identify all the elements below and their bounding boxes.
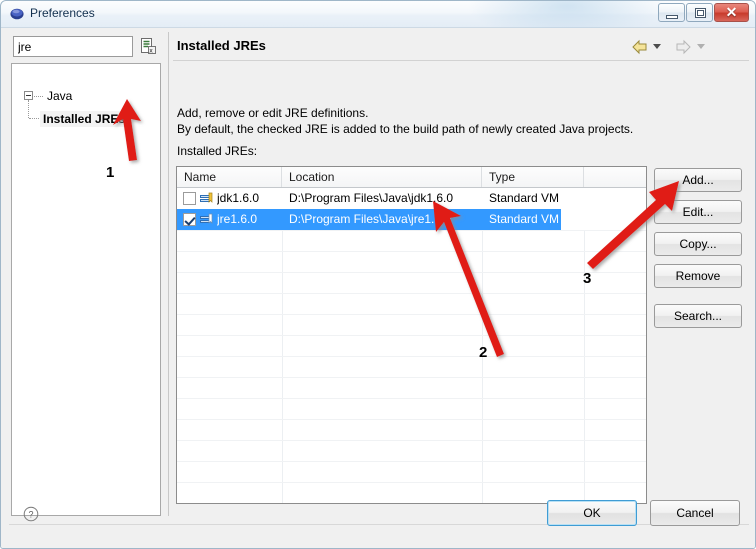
help-icon[interactable]: ? [23, 506, 39, 522]
cell-name: jre1.6.0 [217, 212, 258, 226]
description-line-1: Add, remove or edit JRE definitions. [177, 106, 369, 120]
add-button[interactable]: Add... [654, 168, 742, 192]
cell-name: jdk1.6.0 [217, 191, 260, 205]
maximize-button[interactable] [686, 3, 713, 22]
description-line-2: By default, the checked JRE is added to … [177, 122, 634, 136]
sidebar-item-java-label: Java [47, 89, 73, 103]
grid-line [177, 314, 646, 315]
installed-jres-label: Installed JREs: [177, 144, 258, 158]
tree-dash-horizontal [29, 118, 39, 119]
panel-divider [168, 32, 169, 516]
filter-input[interactable] [13, 36, 133, 57]
forward-arrow-icon [676, 39, 691, 55]
clear-filter-icon[interactable]: x [139, 37, 157, 55]
tree-dash-vertical [28, 100, 29, 118]
jre-icon [200, 213, 213, 224]
title-bar: Preferences ✕ [1, 1, 755, 41]
annotation-number-3: 3 [583, 270, 592, 287]
sidebar-item-installed-jres[interactable]: Installed JREs [40, 111, 129, 127]
grid-line [177, 356, 646, 357]
annotation-number-2: 2 [479, 344, 488, 361]
grid-line [177, 272, 646, 273]
eclipse-sphere-icon [10, 8, 24, 20]
minimize-button[interactable] [658, 3, 685, 22]
maximize-icon [695, 8, 706, 18]
cell-location: D:\Program Files\Java\jdk1.6.0 [289, 191, 454, 205]
cell-type: Standard VM [489, 212, 560, 226]
page-title: Installed JREs [177, 38, 266, 53]
row-checkbox[interactable] [183, 213, 196, 226]
tree-dash [34, 96, 43, 97]
back-history-chevron-down-icon[interactable] [653, 44, 661, 49]
remove-button[interactable]: Remove [654, 264, 742, 288]
footer-separator [9, 524, 749, 525]
collapse-icon[interactable] [24, 91, 33, 100]
installed-jres-table[interactable]: Name Location Type jdk1.6.0 D:\Program F… [176, 166, 647, 504]
table-row[interactable]: jdk1.6.0 D:\Program Files\Java\jdk1.6.0 … [177, 188, 646, 209]
navigation-history [631, 39, 741, 57]
grid-line [177, 251, 646, 252]
ok-button[interactable]: OK [547, 500, 637, 526]
grid-line [177, 482, 646, 483]
dialog-body: x Java Installed JREs Installed JREs [1, 28, 755, 548]
table-header: Name Location Type [177, 167, 646, 188]
cell-type: Standard VM [489, 191, 560, 205]
back-arrow-icon[interactable] [631, 39, 648, 55]
grid-line [177, 335, 646, 336]
column-header-blank[interactable] [584, 167, 646, 187]
jdk-icon [200, 192, 213, 203]
copy-button[interactable]: Copy... [654, 232, 742, 256]
preferences-tree[interactable]: Java Installed JREs [11, 63, 161, 516]
edit-button[interactable]: Edit... [654, 200, 742, 224]
sidebar-item-installed-jres-label: Installed JREs [43, 112, 126, 126]
preferences-dialog: Preferences ✕ x J [0, 0, 756, 549]
column-header-type[interactable]: Type [482, 167, 584, 187]
grid-line [177, 230, 646, 231]
close-button[interactable]: ✕ [714, 3, 749, 22]
row-checkbox[interactable] [183, 192, 196, 205]
grid-line [177, 461, 646, 462]
window-title: Preferences [30, 6, 95, 20]
cancel-button[interactable]: Cancel [650, 500, 740, 526]
table-row[interactable]: jre1.6.0 D:\Program Files\Java\jre1.6.0 … [177, 209, 646, 230]
grid-line [177, 377, 646, 378]
grid-line [177, 419, 646, 420]
column-header-name[interactable]: Name [177, 167, 282, 187]
grid-line [177, 398, 646, 399]
minimize-icon [666, 15, 678, 19]
cell-location: D:\Program Files\Java\jre1.6.0 [289, 212, 452, 226]
grid-line [177, 293, 646, 294]
annotation-number-1: 1 [106, 164, 115, 181]
search-button[interactable]: Search... [654, 304, 742, 328]
grid-line [177, 440, 646, 441]
svg-text:?: ? [28, 510, 33, 520]
close-icon: ✕ [725, 4, 738, 20]
svg-text:x: x [149, 48, 153, 55]
column-header-location[interactable]: Location [282, 167, 482, 187]
title-separator [173, 60, 749, 61]
forward-history-chevron-down-icon [697, 44, 705, 49]
